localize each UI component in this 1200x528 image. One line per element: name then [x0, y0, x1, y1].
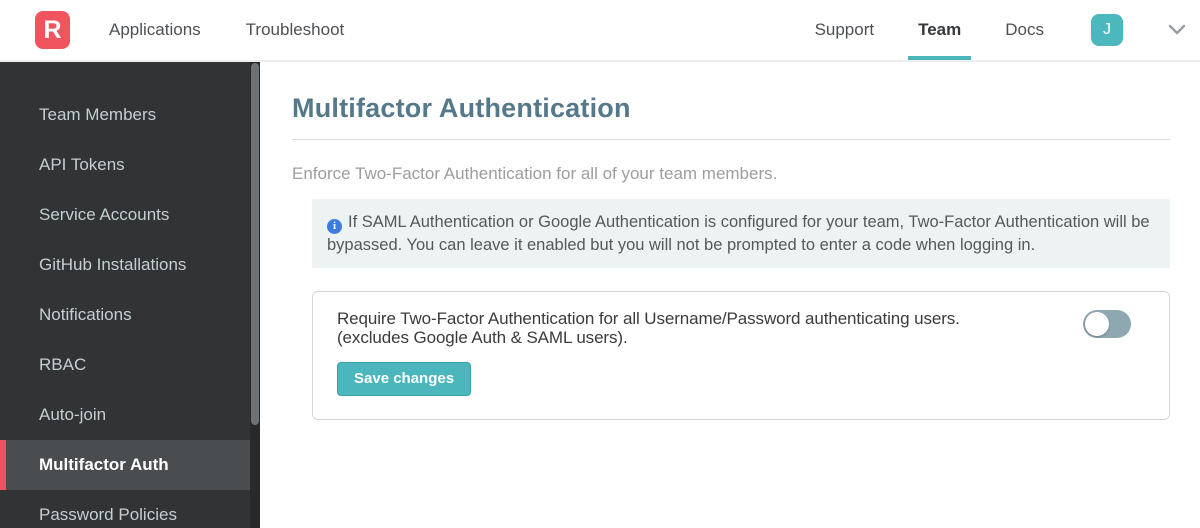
setting-label: Require Two-Factor Authentication for al… — [337, 309, 960, 347]
sidebar-scrollbar-thumb[interactable] — [251, 63, 259, 425]
avatar-initial: J — [1103, 21, 1111, 38]
sidebar-item-github-installations[interactable]: GitHub Installations — [0, 240, 250, 290]
settings-sidebar: Team Members API Tokens Service Accounts… — [0, 62, 260, 528]
info-icon: i — [327, 218, 342, 234]
logo-letter: R — [43, 15, 62, 44]
save-changes-button[interactable]: Save changes — [337, 361, 472, 396]
nav-team[interactable]: Team — [908, 0, 972, 60]
two-factor-setting-card: Require Two-Factor Authentication for al… — [312, 290, 1170, 420]
info-banner: i If SAML Authentication or Google Authen… — [312, 199, 1170, 268]
top-nav: R Applications Troubleshoot Support Team… — [0, 0, 1200, 62]
sidebar-item-api-tokens[interactable]: API Tokens — [0, 140, 250, 190]
nav-docs[interactable]: Docs — [1003, 0, 1046, 60]
sidebar-scrollbar-track — [250, 62, 260, 528]
sidebar-item-service-accounts[interactable]: Service Accounts — [0, 190, 250, 240]
sidebar-menu: Team Members API Tokens Service Accounts… — [0, 62, 260, 528]
setting-label-line2: (excludes Google Auth & SAML users). — [337, 327, 628, 347]
nav-support[interactable]: Support — [813, 0, 877, 60]
primary-nav: Applications Troubleshoot — [107, 0, 346, 60]
sidebar-item-password-policies[interactable]: Password Policies — [0, 490, 250, 528]
title-divider — [292, 139, 1170, 140]
page-description: Enforce Two-Factor Authentication for al… — [292, 164, 778, 183]
sidebar-item-rbac[interactable]: RBAC — [0, 340, 250, 390]
sidebar-item-notifications[interactable]: Notifications — [0, 290, 250, 340]
nav-applications[interactable]: Applications — [107, 0, 203, 60]
setting-label-line1: Require Two-Factor Authentication for al… — [337, 308, 960, 328]
secondary-nav: Support Team Docs J — [813, 0, 1186, 60]
two-factor-toggle[interactable] — [1083, 309, 1131, 338]
main-content: Multifactor Authentication Enforce Two-F… — [260, 62, 1200, 528]
chevron-down-icon[interactable] — [1168, 24, 1186, 36]
rollbar-logo[interactable]: R — [35, 11, 70, 49]
sidebar-item-multifactor-auth[interactable]: Multifactor Auth — [0, 440, 250, 490]
toggle-knob — [1085, 311, 1109, 336]
sidebar-item-team-members[interactable]: Team Members — [0, 90, 250, 140]
page-title: Multifactor Authentication — [292, 93, 631, 123]
info-banner-text: If SAML Authentication or Google Authent… — [327, 213, 1150, 254]
sidebar-item-auto-join[interactable]: Auto-join — [0, 390, 250, 440]
nav-troubleshoot[interactable]: Troubleshoot — [244, 0, 347, 60]
user-avatar[interactable]: J — [1091, 14, 1123, 46]
